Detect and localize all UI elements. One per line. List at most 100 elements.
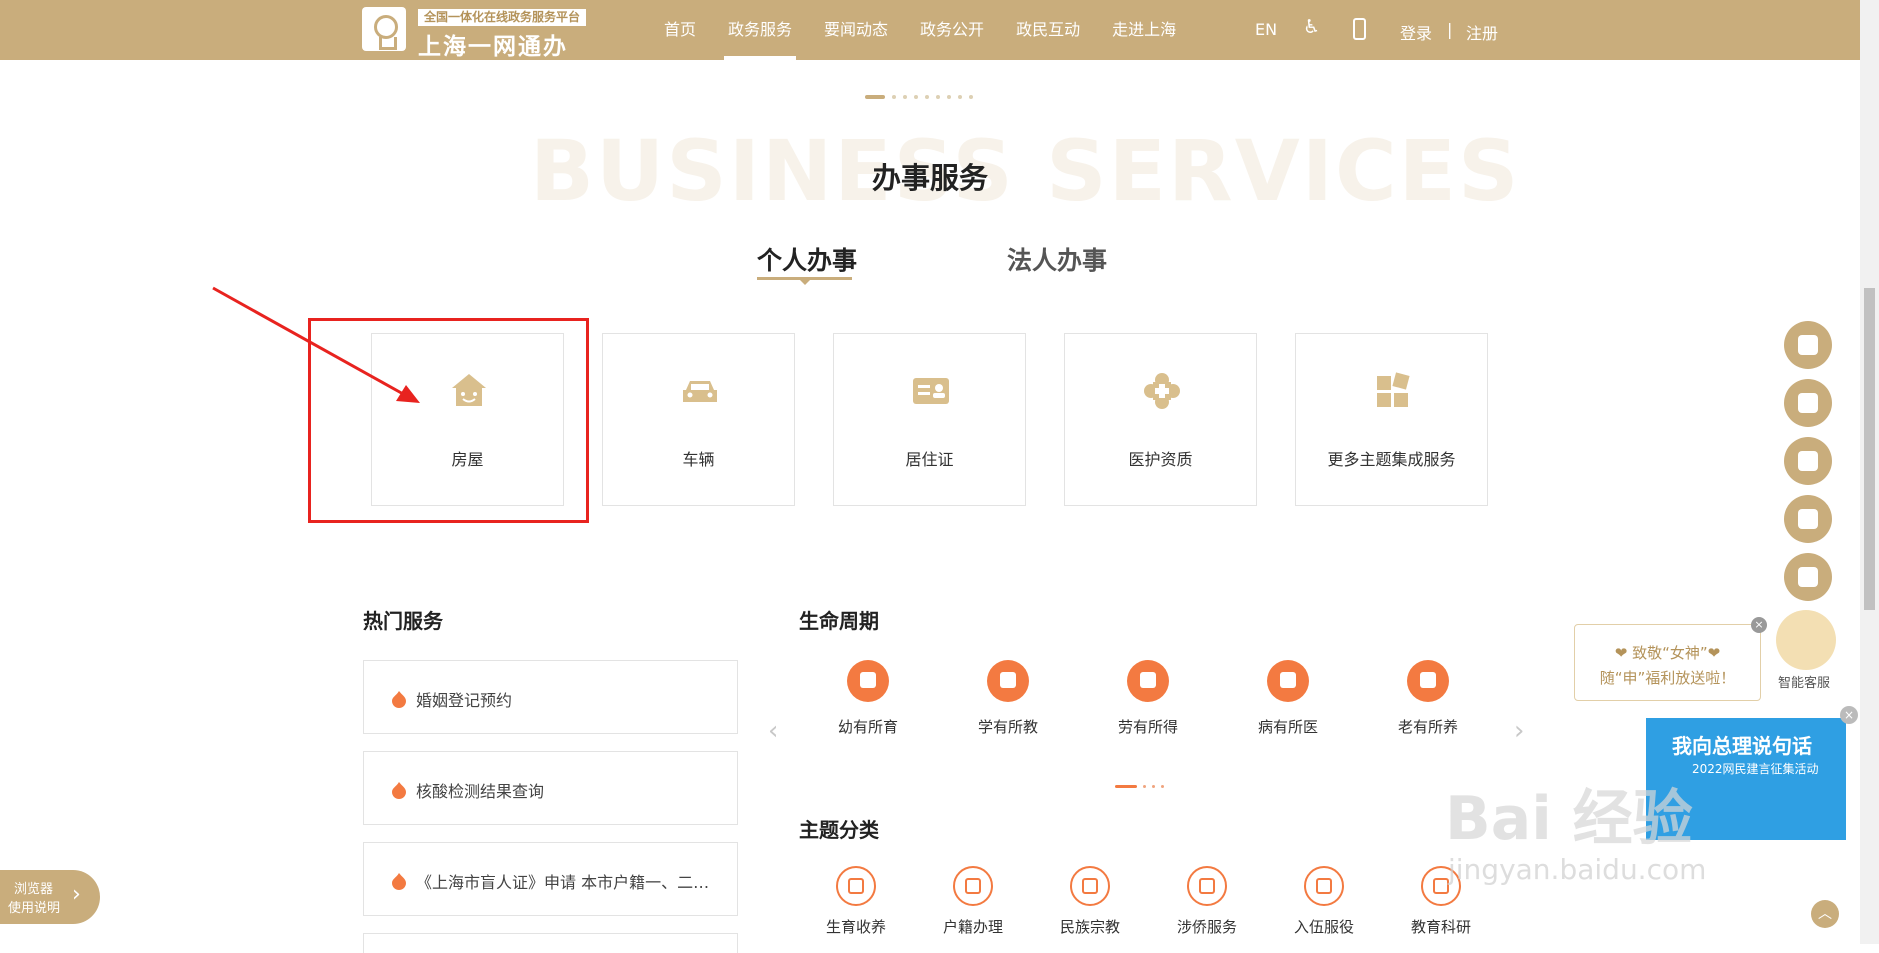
service-card-label: 车辆 (682, 450, 715, 469)
section-title: 办事服务 (871, 161, 988, 195)
calendar-icon[interactable] (1784, 379, 1832, 427)
hot-service-label: 《上海市盲人证》申请 本市户籍一、二… (416, 873, 710, 892)
banner-pagination (865, 95, 973, 99)
baby-icon (847, 660, 889, 702)
hot-services-title: 热门服务 (363, 609, 443, 633)
banner-dot[interactable] (969, 95, 973, 99)
pagination-dot[interactable] (1161, 785, 1164, 788)
hot-service-item[interactable] (363, 933, 738, 953)
login-link[interactable]: 登录 (1400, 20, 1432, 44)
topic-item[interactable]: 户籍办理 (933, 866, 1013, 937)
topic-label: 户籍办理 (942, 918, 1003, 936)
scrollbar-thumb[interactable] (1864, 288, 1875, 610)
service-card-label: 居住证 (905, 450, 954, 469)
hot-flame-icon (392, 782, 406, 799)
mobile-icon[interactable] (1353, 18, 1366, 40)
chevron-left-icon[interactable]: ‹ (768, 716, 778, 746)
childbirth-icon (836, 866, 876, 906)
user-center-icon[interactable] (1784, 321, 1832, 369)
hot-flame-icon (392, 691, 406, 708)
promo-subtitle: 2022网民建言征集活动 (1692, 762, 1819, 776)
banner-dot[interactable] (903, 95, 907, 99)
life-cycle-title: 生命周期 (799, 609, 879, 633)
nav-interaction[interactable]: 政民互动 (1000, 0, 1096, 60)
logo-name[interactable]: 上海一网通办 (418, 27, 568, 61)
religion-icon (1070, 866, 1110, 906)
topic-label: 教育科研 (1410, 918, 1471, 936)
chevron-right-icon[interactable]: › (1514, 716, 1524, 746)
pagination-dot[interactable] (1115, 785, 1137, 788)
service-card-more[interactable]: 更多主题集成服务 (1295, 333, 1488, 506)
service-card-label: 医护资质 (1128, 450, 1193, 469)
hot-service-item[interactable]: 核酸检测结果查询 (363, 751, 738, 825)
language-switch[interactable]: EN (1255, 20, 1277, 39)
topics-title: 主题分类 (799, 818, 879, 842)
nav-home[interactable]: 首页 (648, 0, 712, 60)
life-cycle-item[interactable]: 幼有所育 (828, 660, 908, 737)
car-icon (683, 381, 717, 402)
active-tab-caret (799, 279, 811, 285)
nav-about-shanghai[interactable]: 走进上海 (1096, 0, 1192, 60)
assistant-bubble[interactable]: ❤ 致敬“女神”❤ 随“申”福利放送啦！ (1574, 624, 1761, 701)
watermark-url: jingyan.baidu.com (1448, 853, 1707, 886)
life-cycle-label: 老有所养 (1397, 718, 1458, 736)
nav-open-government[interactable]: 政务公开 (904, 0, 1000, 60)
accessibility-icon[interactable]: ♿ (1303, 16, 1327, 40)
banner-dot[interactable] (958, 95, 962, 99)
tab-personal[interactable]: 个人办事 (757, 241, 857, 277)
browser-guide-line2: 使用说明 (8, 901, 61, 916)
logo-icon[interactable] (362, 7, 406, 51)
life-cycle-item[interactable]: 病有所医 (1248, 660, 1328, 737)
login-separator: | (1447, 20, 1453, 39)
elderly-icon (1407, 660, 1449, 702)
briefcase-icon (1127, 660, 1169, 702)
topic-item[interactable]: 涉侨服务 (1167, 866, 1247, 937)
topic-item[interactable]: 民族宗教 (1050, 866, 1130, 937)
tab-legal-entity[interactable]: 法人办事 (1007, 241, 1107, 277)
red-arrow-icon (212, 286, 420, 403)
search-icon[interactable] (1784, 495, 1832, 543)
nav-government-services[interactable]: 政务服务 (712, 0, 808, 60)
chatbot-label[interactable]: 智能客服 (1778, 672, 1830, 691)
assistant-bubble-line1: ❤ 致敬“女神”❤ (1614, 644, 1721, 662)
hot-service-item[interactable]: 婚姻登记预约 (363, 660, 738, 734)
banner-dot[interactable] (936, 95, 940, 99)
grid-icon (1377, 372, 1410, 407)
pagination-dot[interactable] (1143, 785, 1146, 788)
document-icon[interactable] (1784, 437, 1832, 485)
chatbot-avatar[interactable] (1776, 610, 1836, 670)
watermark-logo: Bai 经验 (1445, 784, 1693, 854)
banner-dot[interactable] (865, 95, 885, 99)
topic-item[interactable]: 生育收养 (816, 866, 896, 937)
life-cycle-label: 幼有所育 (837, 718, 898, 736)
service-card-residence-permit[interactable]: 居住证 (833, 333, 1026, 506)
promo-title: 我向总理说句话 (1672, 734, 1812, 758)
hot-service-item[interactable]: 《上海市盲人证》申请 本市户籍一、二… (363, 842, 738, 916)
topic-item[interactable]: 入伍服役 (1284, 866, 1364, 937)
id-card-icon (913, 378, 949, 404)
life-cycle-item[interactable]: 学有所教 (968, 660, 1048, 737)
nav-news[interactable]: 要闻动态 (808, 0, 904, 60)
browser-guide-tab[interactable]: 浏览器 使用说明 › (0, 870, 100, 924)
back-to-top-icon[interactable]: ︿ (1811, 900, 1839, 928)
banner-dot[interactable] (925, 95, 929, 99)
household-register-icon (953, 866, 993, 906)
life-cycle-label: 病有所医 (1257, 718, 1318, 736)
banner-dot[interactable] (947, 95, 951, 99)
banner-dot[interactable] (892, 95, 896, 99)
life-cycle-item[interactable]: 老有所养 (1388, 660, 1468, 737)
pagination-dot[interactable] (1152, 785, 1155, 788)
life-cycle-label: 学有所教 (977, 718, 1038, 736)
assistant-bubble-line2: 随“申”福利放送啦！ (1599, 669, 1736, 687)
service-card-medical[interactable]: 医护资质 (1064, 333, 1257, 506)
close-icon[interactable]: × (1751, 617, 1767, 633)
close-icon[interactable]: × (1840, 706, 1858, 724)
banner-dot[interactable] (914, 95, 918, 99)
main-nav: 首页 政务服务 要闻动态 政务公开 政民互动 走进上海 (648, 0, 1192, 60)
school-icon (987, 660, 1029, 702)
service-card-vehicle[interactable]: 车辆 (602, 333, 795, 506)
life-cycle-item[interactable]: 劳有所得 (1108, 660, 1188, 737)
register-link[interactable]: 注册 (1466, 20, 1498, 44)
browser-guide-line1: 浏览器 (14, 882, 54, 897)
pen-icon[interactable] (1784, 553, 1832, 601)
